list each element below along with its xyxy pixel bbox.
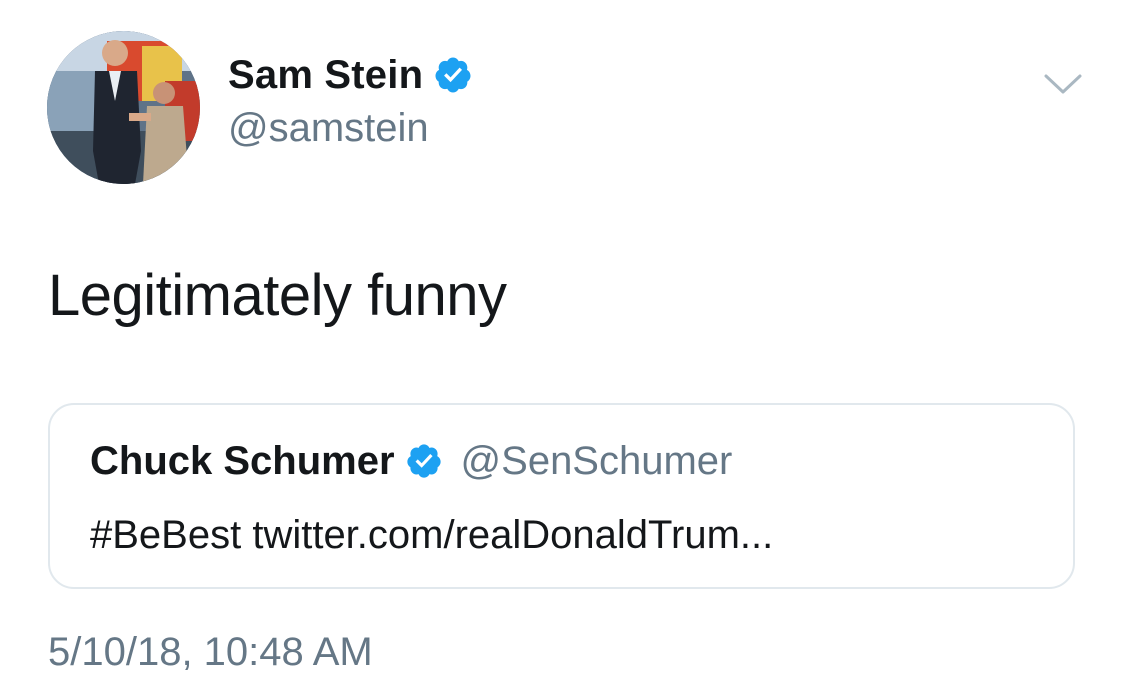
avatar-photo — [47, 31, 200, 184]
author-name-row[interactable]: Sam Stein — [228, 50, 473, 100]
quoted-tweet-header: Chuck Schumer @SenSchumer — [90, 437, 732, 485]
author-handle[interactable]: @samstein — [228, 106, 429, 151]
verified-badge-icon — [405, 442, 443, 480]
author-name[interactable]: Sam Stein — [228, 53, 423, 98]
quoted-author-handle: @SenSchumer — [460, 438, 733, 483]
quoted-author-name: Chuck Schumer — [90, 438, 395, 483]
tweet: Sam Stein @samstein Legitimately funny C… — [0, 0, 1125, 700]
tweet-text: Legitimately funny — [48, 263, 507, 328]
verified-badge-icon — [433, 55, 473, 95]
tweet-timestamp[interactable]: 5/10/18, 10:48 AM — [48, 630, 373, 675]
quoted-tweet-card[interactable]: Chuck Schumer @SenSchumer #BeBest twitte… — [48, 403, 1075, 589]
chevron-down-icon[interactable] — [1040, 68, 1086, 98]
quoted-tweet-text: #BeBest twitter.com/realDonaldTrum... — [90, 513, 774, 557]
author-avatar[interactable] — [47, 31, 200, 184]
